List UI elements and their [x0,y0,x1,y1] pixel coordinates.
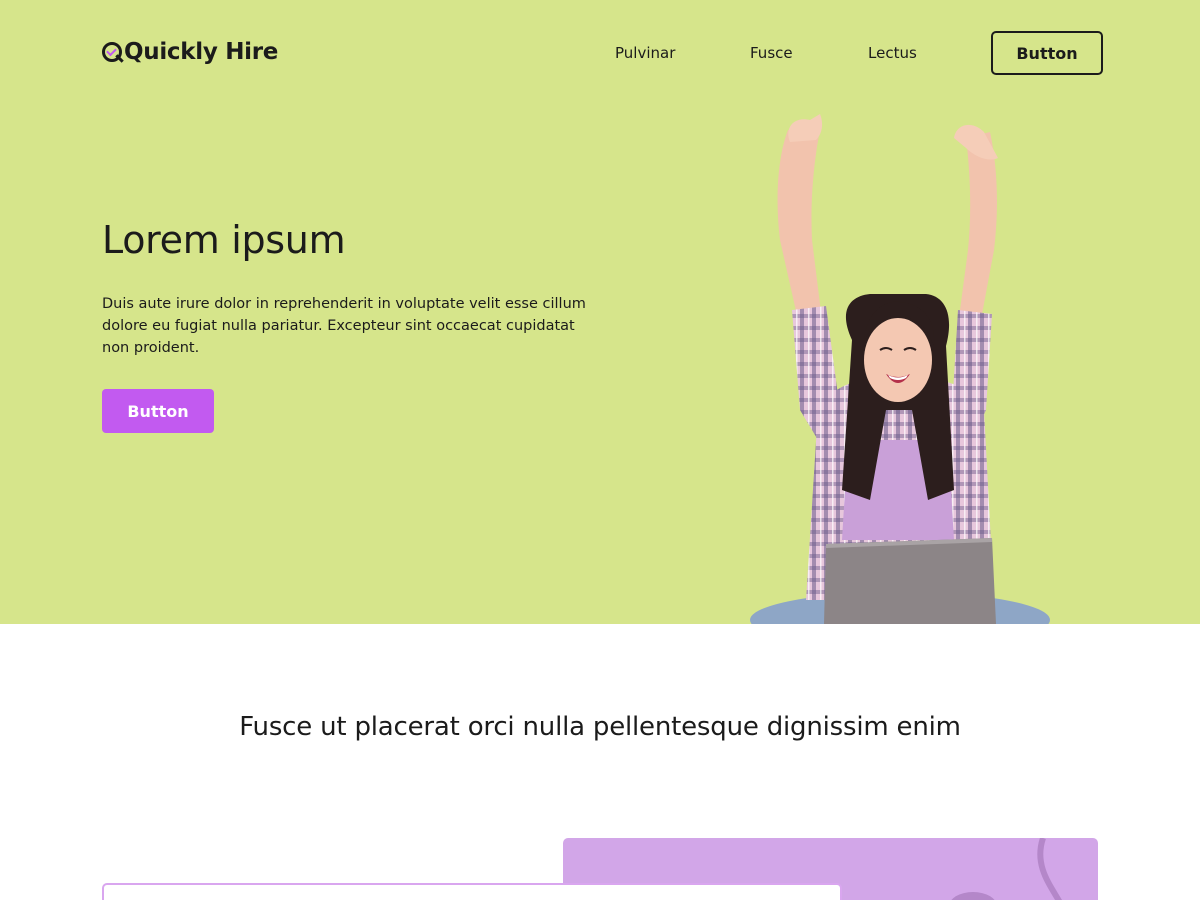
section-title: Fusce ut placerat orci nulla pellentesqu… [239,712,961,742]
nav-link-fusce[interactable]: Fusce [750,44,793,62]
header-cta-button[interactable]: Button [991,31,1103,75]
feature-content-card [102,883,842,900]
logo-check-icon [102,38,124,66]
nav-link-pulvinar[interactable]: Pulvinar [615,44,675,62]
nav-link-lectus[interactable]: Lectus [868,44,917,62]
brand-name: Quickly Hire [124,39,279,65]
hero-description: Duis aute irure dolor in reprehenderit i… [102,296,586,356]
hero-person-image [750,114,1050,624]
brand-logo[interactable]: Quickly Hire [102,38,278,66]
hero-cta-button[interactable]: Button [102,389,214,433]
hero-title: Lorem ipsum [102,218,346,262]
hero-section: Quickly Hire Pulvinar Fusce Lectus Butto… [0,0,1200,624]
